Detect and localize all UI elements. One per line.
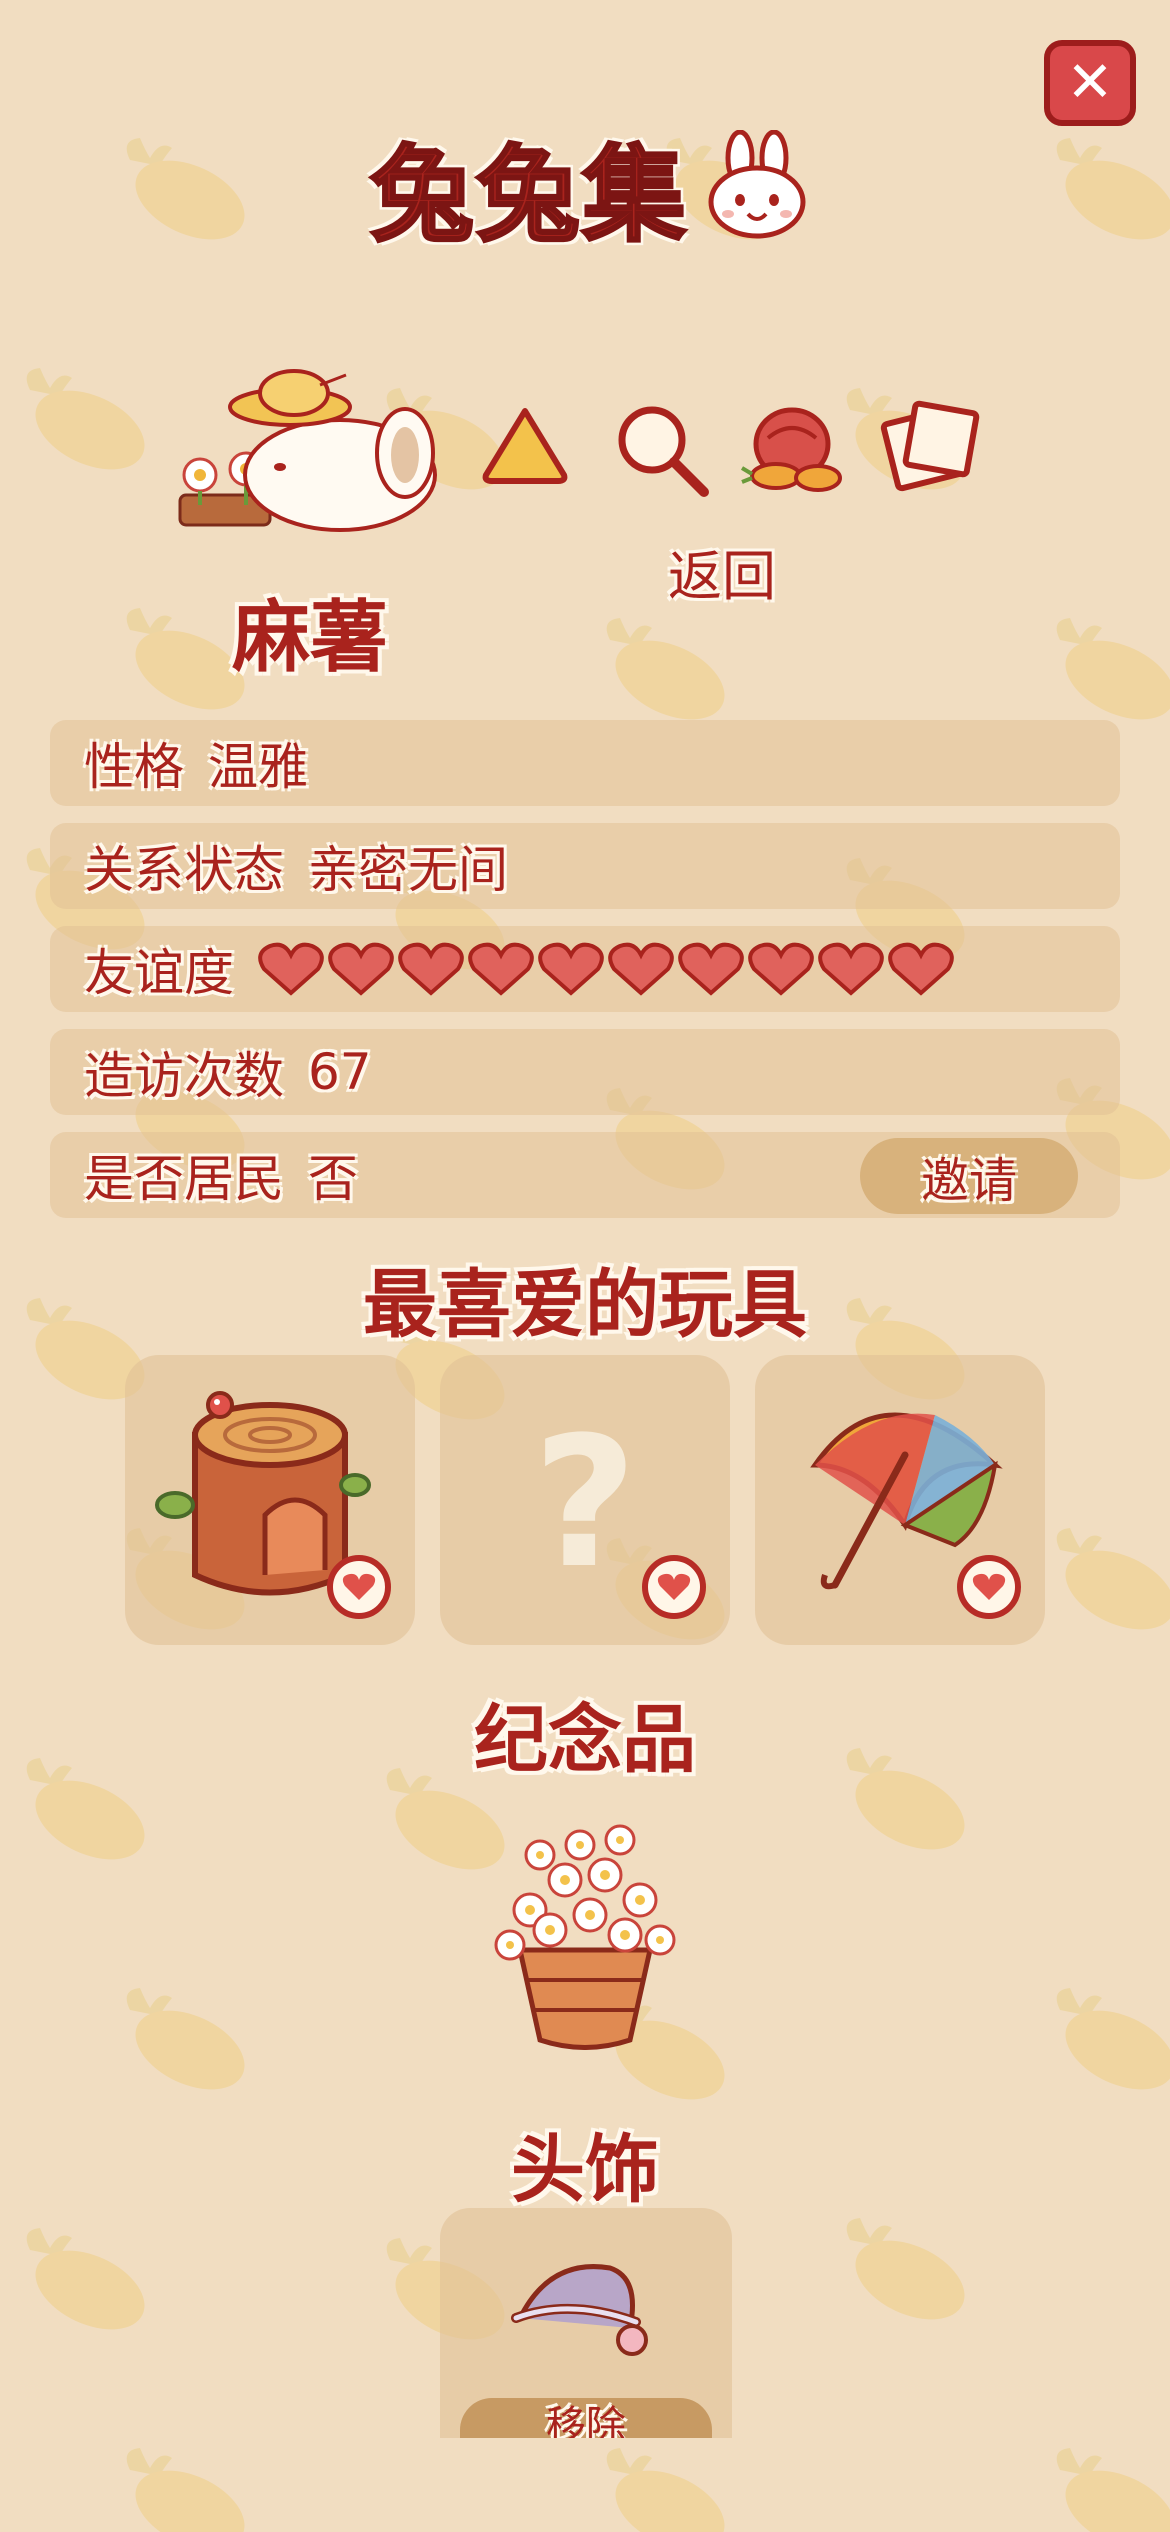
remove-button[interactable]: 移除	[460, 2398, 712, 2438]
bunny-face-icon	[708, 130, 806, 239]
close-icon: ✕	[1066, 50, 1114, 115]
relationship-row: 关系状态 亲密无间	[50, 823, 1120, 909]
visits-label: 造访次数	[84, 1047, 284, 1105]
bunny-name: 麻薯	[232, 593, 389, 683]
relationship-value: 亲密无间	[308, 841, 508, 899]
favorite-heart-badge	[327, 1555, 391, 1619]
food-basket-icon[interactable]	[738, 398, 846, 498]
friendship-heart-icon	[538, 942, 604, 996]
friendship-heart-icon	[678, 942, 744, 996]
heart-icon	[972, 1573, 1006, 1600]
friendship-hearts	[258, 941, 954, 997]
personality-row: 性格 温雅	[50, 720, 1120, 806]
resident-value: 否	[308, 1150, 358, 1208]
svg-text:?: ?	[533, 1399, 637, 1608]
friendship-heart-icon	[888, 942, 954, 996]
friendship-heart-icon	[608, 942, 674, 996]
bunny-character	[178, 369, 437, 532]
invite-button[interactable]: 邀请	[860, 1138, 1078, 1214]
nightcap-icon	[511, 2264, 648, 2356]
memento-title: 纪念品	[474, 1697, 696, 1783]
friendship-heart-icon	[258, 942, 324, 996]
headwear-title: 头饰	[511, 2127, 659, 2213]
friendship-row: 友谊度	[50, 926, 1120, 1012]
visits-value: 67	[308, 1043, 372, 1101]
friendship-heart-icon	[468, 942, 534, 996]
headwear-card[interactable]: 移除	[440, 2208, 732, 2438]
favorite-heart-badge	[642, 1555, 706, 1619]
resident-label: 是否居民	[84, 1150, 284, 1208]
visits-row: 造访次数 67	[50, 1029, 1120, 1115]
friendship-heart-icon	[748, 942, 814, 996]
rice-ball-icon[interactable]	[480, 405, 570, 485]
toy-card-2[interactable]: ?	[440, 1355, 730, 1645]
friendship-label: 友谊度	[84, 944, 234, 1002]
photo-icon[interactable]	[876, 392, 986, 502]
heart-icon	[657, 1573, 691, 1600]
personality-label: 性格	[84, 738, 184, 796]
back-button[interactable]: 返回	[668, 532, 776, 611]
friendship-heart-icon	[398, 942, 464, 996]
toy-card-3[interactable]	[755, 1355, 1045, 1645]
resident-row: 是否居民 否 邀请	[50, 1132, 1120, 1218]
heart-icon	[342, 1573, 376, 1600]
toy-card-1[interactable]	[125, 1355, 415, 1645]
personality-value: 温雅	[208, 738, 308, 796]
page-title: 兔兔集	[368, 120, 812, 257]
relationship-label: 关系状态	[84, 841, 284, 899]
friendship-heart-icon	[328, 942, 394, 996]
favorite-toys-title: 最喜爱的玩具	[363, 1262, 807, 1348]
flower-basket-icon[interactable]	[470, 1800, 700, 2050]
close-button[interactable]: ✕	[1044, 40, 1136, 126]
magnifier-icon[interactable]	[612, 400, 712, 500]
page-title-text: 兔兔集	[368, 132, 689, 257]
friendship-heart-icon	[818, 942, 884, 996]
favorite-heart-badge	[957, 1555, 1021, 1619]
